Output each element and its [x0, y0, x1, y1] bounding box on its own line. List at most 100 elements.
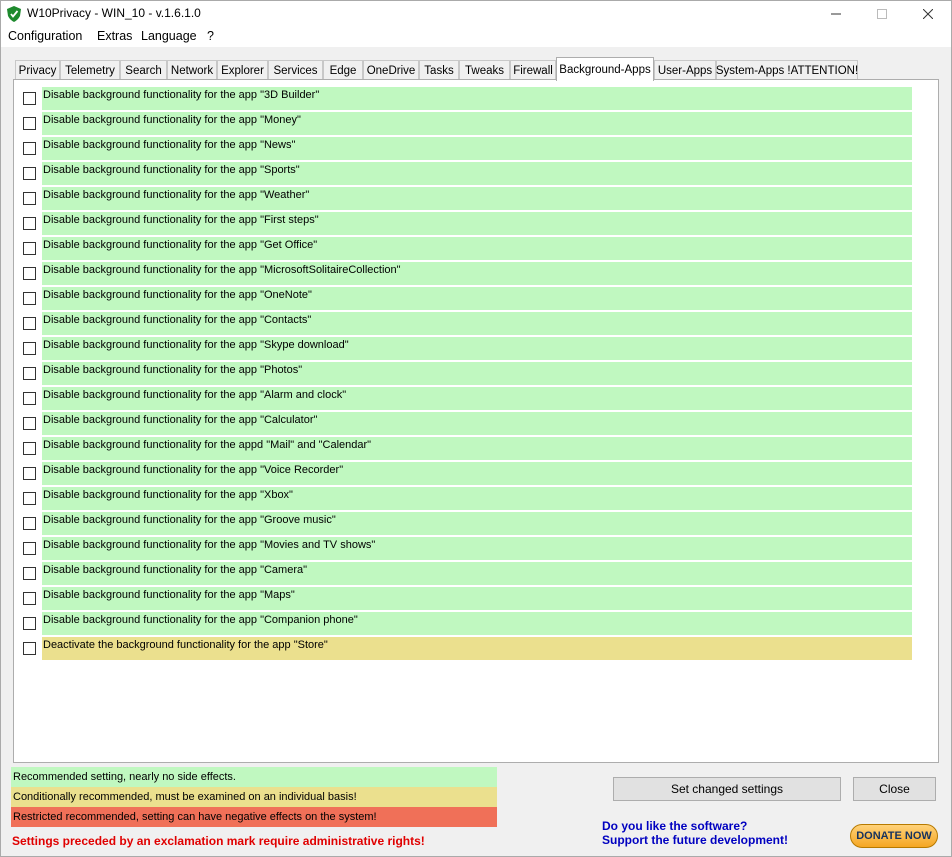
menu-help[interactable]: ?: [207, 29, 214, 43]
setting-label[interactable]: Disable background functionality for the…: [42, 312, 912, 335]
window-title: W10Privacy - WIN_10 - v.1.6.1.0: [27, 6, 201, 20]
setting-checkbox[interactable]: [23, 392, 36, 405]
legend-recommended: Recommended setting, nearly no side effe…: [11, 767, 497, 787]
setting-label[interactable]: Disable background functionality for the…: [42, 612, 912, 635]
donate-message: Do you like the software? Support the fu…: [602, 819, 788, 847]
setting-label[interactable]: Disable background functionality for the…: [42, 462, 912, 485]
setting-row: Disable background functionality for the…: [14, 287, 934, 310]
setting-row: Disable background functionality for the…: [14, 562, 934, 585]
setting-label[interactable]: Disable background functionality for the…: [42, 87, 912, 110]
setting-checkbox[interactable]: [23, 567, 36, 580]
setting-label[interactable]: Disable background functionality for the…: [42, 262, 912, 285]
setting-label[interactable]: Deactivate the background functionality …: [42, 637, 912, 660]
tab-search[interactable]: Search: [120, 60, 167, 80]
tab-system-apps[interactable]: System-Apps !ATTENTION!: [716, 60, 858, 80]
maximize-icon: [877, 9, 887, 19]
setting-checkbox[interactable]: [23, 467, 36, 480]
tab-background-apps[interactable]: Background-Apps: [556, 57, 654, 81]
tab-firewall[interactable]: Firewall: [510, 60, 556, 80]
setting-label[interactable]: Disable background functionality for the…: [42, 512, 912, 535]
settings-panel: Disable background functionality for the…: [13, 79, 939, 763]
setting-label[interactable]: Disable background functionality for the…: [42, 337, 912, 360]
menu-extras[interactable]: Extras: [97, 29, 132, 43]
tab-telemetry[interactable]: Telemetry: [60, 60, 120, 80]
setting-label[interactable]: Disable background functionality for the…: [42, 162, 912, 185]
admin-rights-note: Settings preceded by an exclamation mark…: [12, 834, 425, 848]
setting-row: Disable background functionality for the…: [14, 137, 934, 160]
setting-row: Disable background functionality for the…: [14, 337, 934, 360]
setting-label[interactable]: Disable background functionality for the…: [42, 362, 912, 385]
setting-row: Disable background functionality for the…: [14, 537, 934, 560]
setting-label[interactable]: Disable background functionality for the…: [42, 537, 912, 560]
setting-checkbox[interactable]: [23, 517, 36, 530]
maximize-button[interactable]: [859, 1, 905, 27]
setting-label[interactable]: Disable background functionality for the…: [42, 137, 912, 160]
setting-row: Disable background functionality for the…: [14, 312, 934, 335]
setting-checkbox[interactable]: [23, 642, 36, 655]
shield-icon: [7, 6, 21, 22]
setting-checkbox[interactable]: [23, 242, 36, 255]
tab-onedrive[interactable]: OneDrive: [363, 60, 419, 80]
tab-tweaks[interactable]: Tweaks: [459, 60, 510, 80]
setting-row: Disable background functionality for the…: [14, 362, 934, 385]
menu-bar: Configuration Extras Language ?: [1, 27, 951, 47]
tab-privacy[interactable]: Privacy: [15, 60, 60, 80]
donate-line-2: Support the future development!: [602, 833, 788, 847]
title-bar: W10Privacy - WIN_10 - v.1.6.1.0: [1, 1, 951, 27]
setting-checkbox[interactable]: [23, 192, 36, 205]
minimize-button[interactable]: [813, 1, 859, 27]
setting-row: Disable background functionality for the…: [14, 87, 934, 110]
setting-checkbox[interactable]: [23, 442, 36, 455]
setting-row: Disable background functionality for the…: [14, 162, 934, 185]
setting-checkbox[interactable]: [23, 92, 36, 105]
setting-row: Disable background functionality for the…: [14, 187, 934, 210]
setting-checkbox[interactable]: [23, 367, 36, 380]
setting-checkbox[interactable]: [23, 492, 36, 505]
setting-row: Disable background functionality for the…: [14, 262, 934, 285]
tab-services[interactable]: Services: [268, 60, 323, 80]
setting-label[interactable]: Disable background functionality for the…: [42, 437, 912, 460]
app-window: W10Privacy - WIN_10 - v.1.6.1.0 Configur…: [0, 0, 952, 857]
tab-network[interactable]: Network: [167, 60, 217, 80]
setting-checkbox[interactable]: [23, 592, 36, 605]
menu-language[interactable]: Language: [141, 29, 197, 43]
setting-label[interactable]: Disable background functionality for the…: [42, 187, 912, 210]
setting-row: Disable background functionality for the…: [14, 112, 934, 135]
setting-checkbox[interactable]: [23, 117, 36, 130]
setting-checkbox[interactable]: [23, 317, 36, 330]
set-changed-settings-button[interactable]: Set changed settings: [613, 777, 841, 801]
setting-label[interactable]: Disable background functionality for the…: [42, 287, 912, 310]
setting-label[interactable]: Disable background functionality for the…: [42, 412, 912, 435]
tab-edge[interactable]: Edge: [323, 60, 363, 80]
setting-checkbox[interactable]: [23, 417, 36, 430]
setting-checkbox[interactable]: [23, 542, 36, 555]
setting-checkbox[interactable]: [23, 292, 36, 305]
setting-label[interactable]: Disable background functionality for the…: [42, 587, 912, 610]
setting-checkbox[interactable]: [23, 342, 36, 355]
setting-checkbox[interactable]: [23, 167, 36, 180]
setting-row: Disable background functionality for the…: [14, 512, 934, 535]
donate-button[interactable]: DONATE NOW: [850, 824, 938, 848]
tab-tasks[interactable]: Tasks: [419, 60, 459, 80]
setting-label[interactable]: Disable background functionality for the…: [42, 387, 912, 410]
setting-label[interactable]: Disable background functionality for the…: [42, 562, 912, 585]
setting-checkbox[interactable]: [23, 617, 36, 630]
setting-label[interactable]: Disable background functionality for the…: [42, 212, 912, 235]
tab-user-apps[interactable]: User-Apps: [654, 60, 716, 80]
menu-configuration[interactable]: Configuration: [8, 29, 82, 43]
setting-label[interactable]: Disable background functionality for the…: [42, 112, 912, 135]
setting-row: Deactivate the background functionality …: [14, 637, 934, 660]
setting-row: Disable background functionality for the…: [14, 212, 934, 235]
setting-checkbox[interactable]: [23, 142, 36, 155]
close-button[interactable]: Close: [853, 777, 936, 801]
close-window-button[interactable]: [905, 1, 951, 27]
setting-checkbox[interactable]: [23, 217, 36, 230]
setting-label[interactable]: Disable background functionality for the…: [42, 487, 912, 510]
legend-restricted: Restricted recommended, setting can have…: [11, 807, 497, 827]
setting-label[interactable]: Disable background functionality for the…: [42, 237, 912, 260]
setting-row: Disable background functionality for the…: [14, 412, 934, 435]
setting-checkbox[interactable]: [23, 267, 36, 280]
donate-line-1: Do you like the software?: [602, 819, 748, 833]
tab-explorer[interactable]: Explorer: [217, 60, 268, 80]
setting-row: Disable background functionality for the…: [14, 387, 934, 410]
